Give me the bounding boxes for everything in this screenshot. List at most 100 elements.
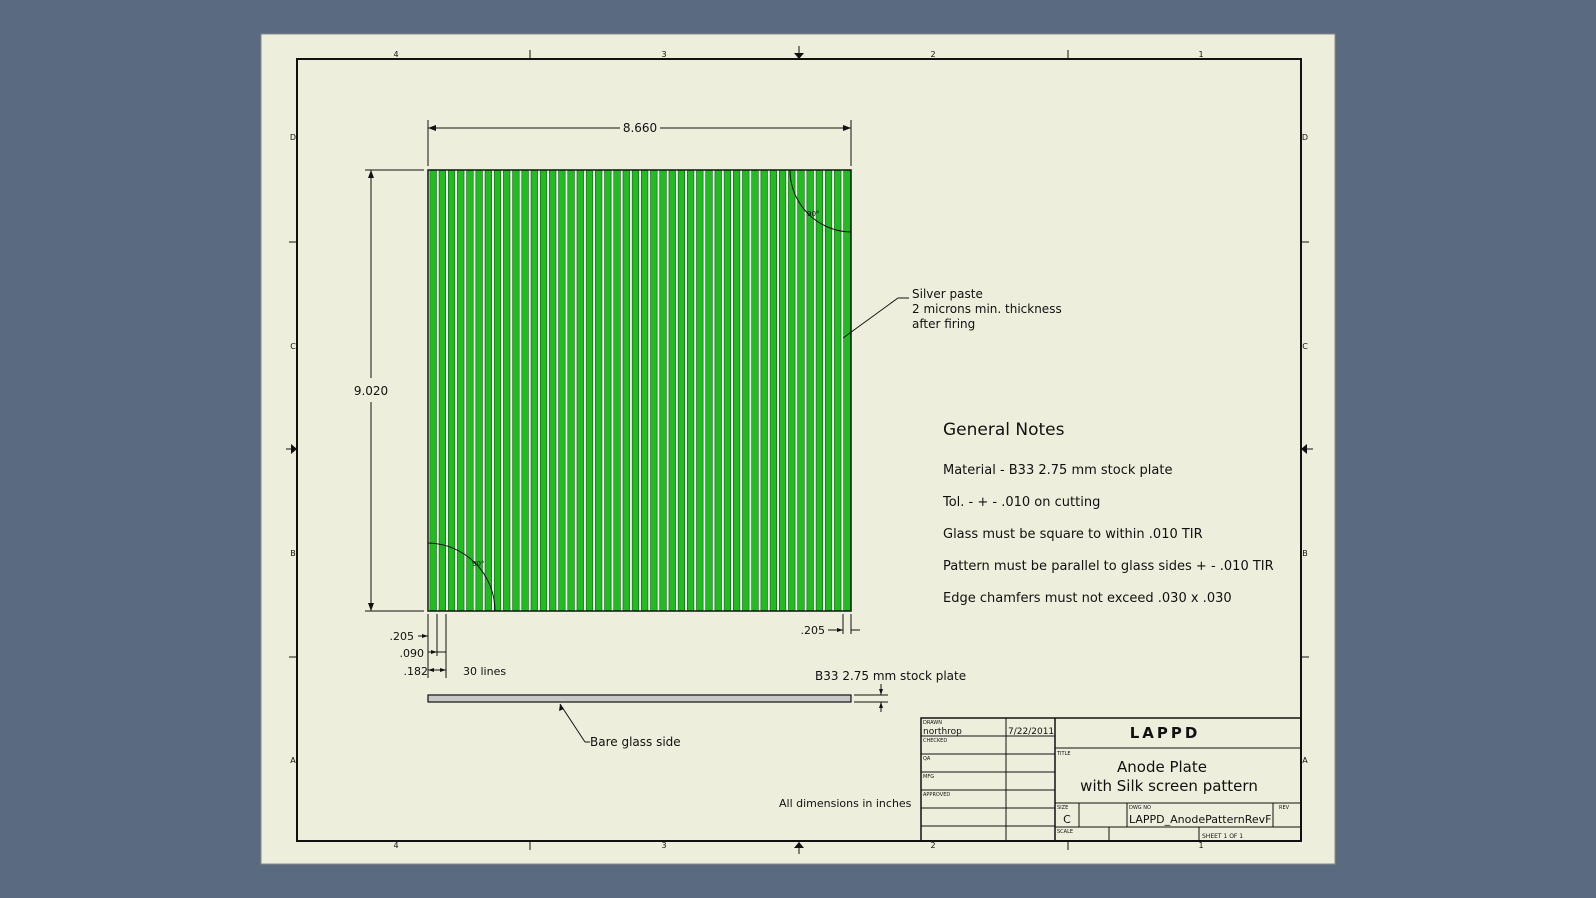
left-margin-label: .205 — [390, 630, 415, 643]
zone-right-a: A — [1302, 756, 1308, 765]
zone-top-3: 3 — [661, 50, 666, 59]
drawn-label: DRAWN — [923, 720, 942, 726]
silk-screen-line — [558, 170, 566, 611]
silk-screen-line — [576, 170, 584, 611]
silk-screen-line — [650, 170, 658, 611]
dwg-no-label: DWG NO — [1129, 805, 1151, 811]
silk-screen-line — [714, 170, 722, 611]
silk-screen-line — [549, 170, 557, 611]
silk-screen-line — [503, 170, 511, 611]
zone-left-a: A — [290, 756, 296, 765]
silk-screen-line — [834, 170, 842, 611]
silk-screen-line — [475, 170, 483, 611]
silk-screen-line — [567, 170, 575, 611]
title-line-2: with Silk screen pattern — [1080, 777, 1258, 795]
zone-bottom-2: 2 — [930, 841, 935, 850]
silk-screen-line — [604, 170, 612, 611]
size-label: SIZE — [1057, 805, 1068, 811]
sheet-label: SHEET 1 OF 1 — [1202, 833, 1243, 840]
zone-right-c: C — [1302, 342, 1308, 351]
silk-screen-line — [742, 170, 750, 611]
mfg-label: MFG — [923, 774, 934, 780]
line-count-label: 30 lines — [463, 665, 506, 678]
bare-glass-label: Bare glass side — [590, 735, 681, 749]
line-width-label: .090 — [400, 647, 425, 660]
silk-screen-line — [751, 170, 759, 611]
note-tolerance: Tol. - + - .010 on cutting — [942, 495, 1100, 510]
silk-screen-line — [641, 170, 649, 611]
dwg-no-value: LAPPD_AnodePatternRevF — [1129, 813, 1271, 826]
zone-bottom-3: 3 — [661, 841, 666, 850]
drawn-date: 7/22/2011 — [1008, 727, 1054, 737]
silk-screen-line — [668, 170, 676, 611]
zone-top-4: 4 — [393, 50, 398, 59]
silver-paste-line-2: 2 microns min. thickness — [912, 302, 1062, 316]
zone-left-d: D — [290, 133, 296, 142]
silk-screen-line — [521, 170, 529, 611]
silver-paste-line-3: after firing — [912, 317, 975, 331]
zone-right-b: B — [1302, 549, 1308, 558]
silk-screen-line — [769, 170, 778, 611]
general-notes-heading: General Notes — [943, 420, 1065, 440]
silk-screen-line — [447, 170, 456, 611]
note-chamfers: Edge chamfers must not exceed .030 x .03… — [943, 591, 1232, 606]
chamfer-label-bottom-left: 90° — [472, 560, 484, 568]
note-material: Material - B33 2.75 mm stock plate — [943, 463, 1172, 478]
zone-left-c: C — [290, 342, 296, 351]
silk-screen-line — [797, 170, 805, 611]
height-dimension-label: 9.020 — [354, 384, 388, 398]
silk-screen-line — [484, 170, 492, 611]
plate-side-view — [427, 694, 852, 703]
silk-screen-line — [696, 170, 704, 611]
silk-screen-line — [788, 170, 796, 611]
all-dimensions-note: All dimensions in inches — [779, 797, 912, 810]
zone-left-b: B — [290, 549, 296, 558]
checked-label: CHECKED — [923, 738, 947, 744]
silk-screen-line — [815, 170, 823, 611]
silk-screen-line — [466, 170, 474, 611]
size-value: C — [1063, 813, 1071, 826]
silk-screen-line — [732, 170, 741, 611]
title-label: TITLE — [1056, 751, 1071, 757]
qa-label: QA — [923, 756, 931, 762]
zone-top-1: 1 — [1198, 50, 1203, 59]
approved-label: APPROVED — [923, 792, 950, 798]
right-margin-label: .205 — [801, 624, 826, 637]
silk-screen-line — [530, 170, 538, 611]
company-name: LAPPD — [1130, 724, 1201, 742]
silk-screen-line — [595, 170, 603, 611]
silk-screen-line — [778, 170, 787, 611]
silk-screen-line — [723, 170, 732, 611]
note-parallel: Pattern must be parallel to glass sides … — [943, 559, 1274, 574]
pitch-label: .182 — [404, 665, 429, 678]
silk-screen-line — [806, 170, 814, 611]
silk-screen-line — [585, 170, 594, 611]
title-line-1: Anode Plate — [1117, 758, 1207, 776]
silk-screen-line — [677, 170, 686, 611]
silk-screen-line — [613, 170, 621, 611]
rev-label: REV — [1279, 805, 1290, 811]
silk-screen-line — [631, 170, 640, 611]
zone-bottom-4: 4 — [393, 841, 398, 850]
chamfer-label-top-right: 90° — [807, 210, 819, 218]
silk-screen-line — [705, 170, 713, 611]
stock-plate-callout: B33 2.75 mm stock plate — [815, 669, 966, 683]
zone-bottom-1: 1 — [1198, 841, 1203, 850]
silk-screen-line — [429, 170, 437, 611]
note-square: Glass must be square to within .010 TIR — [943, 527, 1203, 542]
silk-screen-line — [622, 170, 630, 611]
silk-screen-line — [843, 170, 851, 611]
engineering-drawing: 4 3 2 1 4 3 2 1 D C B A D C B A 90° 90° … — [260, 33, 1336, 865]
scale-label: SCALE — [1057, 829, 1073, 835]
width-dimension-label: 8.660 — [623, 121, 657, 135]
silk-screen-line — [539, 170, 548, 611]
silver-paste-line-1: Silver paste — [912, 287, 983, 301]
silk-screen-line — [457, 170, 465, 611]
silk-screen-line — [493, 170, 502, 611]
zone-top-2: 2 — [930, 50, 935, 59]
silk-screen-line — [687, 170, 695, 611]
drawn-by: northrop — [923, 727, 962, 737]
silk-screen-line — [512, 170, 520, 611]
silk-screen-line — [824, 170, 833, 611]
zone-right-d: D — [1302, 133, 1308, 142]
